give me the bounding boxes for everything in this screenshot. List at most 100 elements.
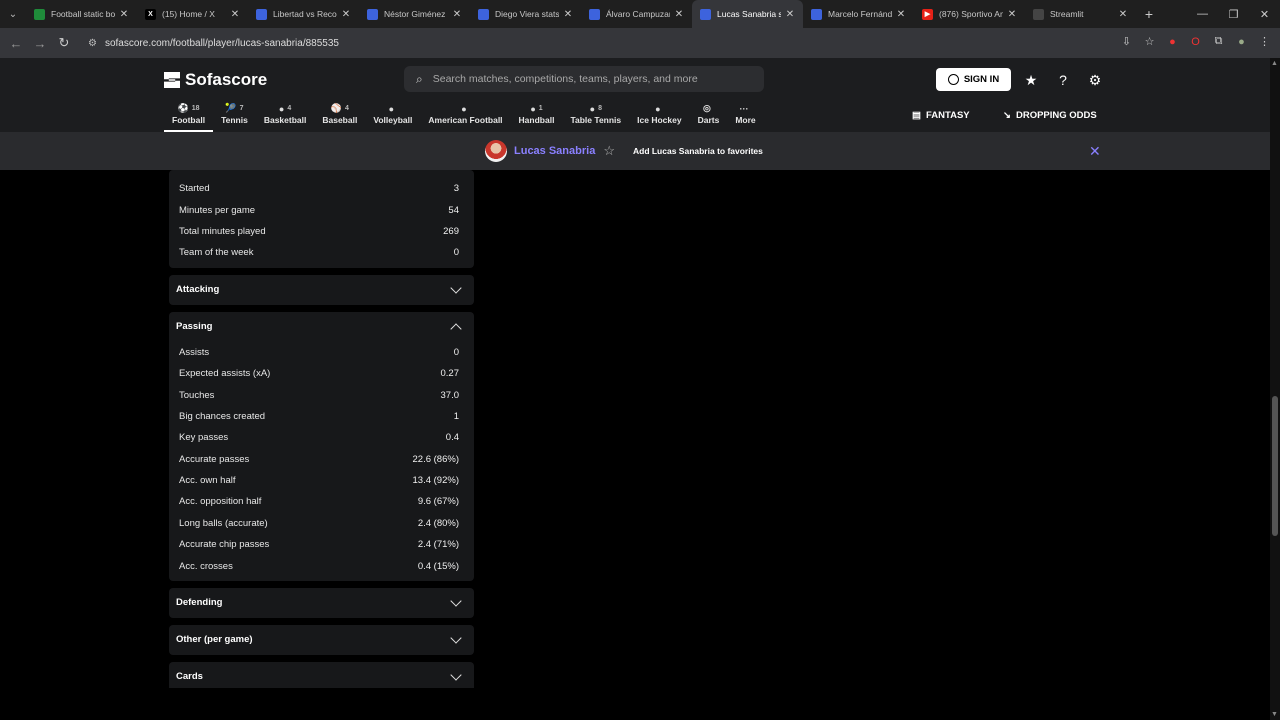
tab-close-icon[interactable]: ✕: [674, 9, 684, 20]
section-header-clipped: [169, 170, 474, 178]
stat-label: Long balls (accurate): [179, 517, 268, 529]
tab-favicon-icon: [1033, 8, 1044, 20]
stat-label: Total minutes played: [179, 225, 266, 237]
window-controls: — ❐ ✕: [1187, 0, 1280, 28]
tab-close-icon[interactable]: ✕: [563, 9, 573, 20]
player-name[interactable]: Lucas Sanabria: [514, 145, 595, 157]
sport-count: 18: [191, 105, 200, 112]
opera-icon[interactable]: O: [1188, 34, 1203, 49]
stat-value: 1: [453, 410, 459, 422]
scrollbar-thumb[interactable]: [1272, 396, 1278, 536]
tab-close-icon[interactable]: ✕: [1118, 9, 1128, 20]
sport-icon: ●: [388, 103, 395, 114]
player-stats-panel: Started 3 Minutes per game 54 Total minutes …: [169, 170, 474, 688]
browser-tab[interactable]: Lucas Sanabria stats ✕: [692, 0, 803, 28]
browser-tab[interactable]: Football static board ✕: [26, 0, 137, 28]
cards-header[interactable]: Cards: [169, 662, 474, 688]
fantasy-link[interactable]: ▤ FANTASY: [912, 110, 970, 121]
tab-close-icon[interactable]: ✕: [230, 9, 240, 20]
browser-tab[interactable]: Néstor Giménez stats ✕: [359, 0, 470, 28]
sign-in-button[interactable]: SIGN IN: [936, 68, 1011, 91]
sport-tab-top: 🎾 7: [225, 102, 243, 115]
tab-close-icon[interactable]: ✕: [452, 9, 462, 20]
stat-label: Acc. own half: [179, 475, 236, 487]
tab-favicon-icon: [34, 8, 45, 20]
forward-icon[interactable]: →: [28, 36, 52, 51]
browser-tab[interactable]: Marcelo Fernández ✕: [803, 0, 914, 28]
stat-row: Team of the week 0: [169, 242, 474, 263]
help-icon[interactable]: ?: [1054, 71, 1072, 89]
menu-kebab-icon[interactable]: ⋮: [1257, 34, 1272, 49]
chevron-down-icon: [450, 632, 462, 644]
stat-value: 0.27: [440, 368, 460, 380]
url-field[interactable]: ⚙ sofascore.com/football/player/lucas-sa…: [82, 32, 1142, 54]
extension-badge-icon[interactable]: ●: [1165, 34, 1180, 49]
sport-tab-american-football[interactable]: ● American Football: [420, 102, 510, 132]
minimize-icon[interactable]: —: [1187, 8, 1218, 20]
stat-value: 0: [453, 346, 459, 358]
stat-label: Accurate chip passes: [179, 539, 270, 551]
passing-header[interactable]: Passing: [169, 312, 474, 342]
sofascore-logo[interactable]: Sofascore: [164, 70, 267, 90]
browser-tab[interactable]: X (15) Home / X ✕: [137, 0, 248, 28]
browser-tab[interactable]: Libertad vs Recoleta ✕: [248, 0, 359, 28]
close-icon[interactable]: ✕: [1089, 143, 1101, 160]
sport-tab-darts[interactable]: ◎ Darts: [690, 102, 728, 132]
install-icon[interactable]: ⇩: [1119, 34, 1134, 49]
tab-close-icon[interactable]: ✕: [341, 9, 351, 20]
search-input[interactable]: ⌕ Search matches, competitions, teams, p…: [404, 66, 764, 92]
settings-gear-icon[interactable]: ⚙: [1086, 71, 1104, 89]
tab-search-icon[interactable]: ⌄: [0, 0, 26, 28]
tab-close-icon[interactable]: ✕: [1007, 9, 1017, 20]
sport-tab-more[interactable]: ··· More: [727, 102, 763, 132]
sport-tab-tennis[interactable]: 🎾 7 Tennis: [213, 102, 256, 132]
other-header[interactable]: Other (per game): [169, 625, 474, 655]
add-to-favorites-label: Add Lucas Sanabria to favorites: [632, 146, 763, 156]
stat-value: 13.4 (92%): [412, 475, 459, 487]
stat-row: Acc. crosses 0.4 (15%): [169, 555, 474, 576]
restore-icon[interactable]: ❐: [1218, 8, 1249, 21]
defending-header[interactable]: Defending: [169, 588, 474, 618]
site-header: Sofascore ⌕ Search matches, competitions…: [0, 58, 1270, 132]
sport-tab-football[interactable]: ⚽ 18 Football: [164, 102, 214, 132]
sport-icon: ●: [655, 103, 661, 114]
bookmark-star-icon[interactable]: ☆: [1142, 34, 1157, 49]
sport-tab-ice-hockey[interactable]: ● Ice Hockey: [629, 102, 689, 132]
scroll-up-icon[interactable]: ▲: [1271, 60, 1278, 67]
stat-value: 0: [453, 247, 459, 259]
stat-label: Team of the week: [179, 247, 254, 259]
sport-tab-baseball[interactable]: ⚾ 4 Baseball: [314, 102, 365, 132]
profile-avatar[interactable]: ●: [1234, 34, 1249, 49]
browser-tab[interactable]: Álvaro Campuzano ✕: [581, 0, 692, 28]
back-icon[interactable]: ←: [4, 36, 28, 51]
browser-tab[interactable]: Streamlit ✕: [1025, 0, 1136, 28]
sport-tab-table-tennis[interactable]: ● 8 Table Tennis: [562, 102, 629, 132]
favorite-star-icon[interactable]: ☆: [603, 143, 615, 159]
browser-tab[interactable]: Diego Viera stats ✕: [470, 0, 581, 28]
browser-tab[interactable]: ▶ (876) Sportivo Ameliano ✕: [914, 0, 1025, 28]
tab-close-icon[interactable]: ✕: [896, 9, 906, 20]
cards-section: Cards: [169, 661, 474, 688]
stat-value: 269: [443, 225, 459, 237]
extensions-icon[interactable]: ⧉: [1211, 34, 1226, 49]
close-window-icon[interactable]: ✕: [1249, 8, 1280, 21]
tab-favicon-icon: [367, 8, 378, 20]
chevron-up-icon: [450, 322, 462, 335]
sport-tab-volleyball[interactable]: ● Volleyball: [365, 102, 420, 132]
player-favorite-bar: Lucas Sanabria ☆ Add Lucas Sanabria to f…: [0, 132, 1270, 170]
attacking-header[interactable]: Attacking: [169, 275, 474, 305]
reload-icon[interactable]: ↻: [52, 35, 76, 51]
scroll-down-icon[interactable]: ▼: [1271, 711, 1278, 718]
tab-close-icon[interactable]: ✕: [119, 9, 129, 20]
stat-value: 0.4 (15%): [417, 560, 459, 572]
favorites-star-icon[interactable]: ★: [1022, 71, 1040, 89]
page-scrollbar[interactable]: ▲ ▼: [1270, 58, 1280, 720]
sport-tab-handball[interactable]: ● 1 Handball: [511, 102, 563, 132]
sport-tab-basketball[interactable]: ● 4 Basketball: [256, 102, 315, 132]
stat-label: Minutes per game: [179, 204, 256, 216]
dropping-odds-link[interactable]: ↘ DROPPING ODDS: [1003, 110, 1097, 121]
site-info-icon[interactable]: ⚙: [88, 38, 97, 49]
stat-label: Accurate passes: [179, 453, 250, 465]
tab-close-icon[interactable]: ✕: [785, 9, 795, 20]
new-tab-button[interactable]: +: [1136, 6, 1162, 22]
